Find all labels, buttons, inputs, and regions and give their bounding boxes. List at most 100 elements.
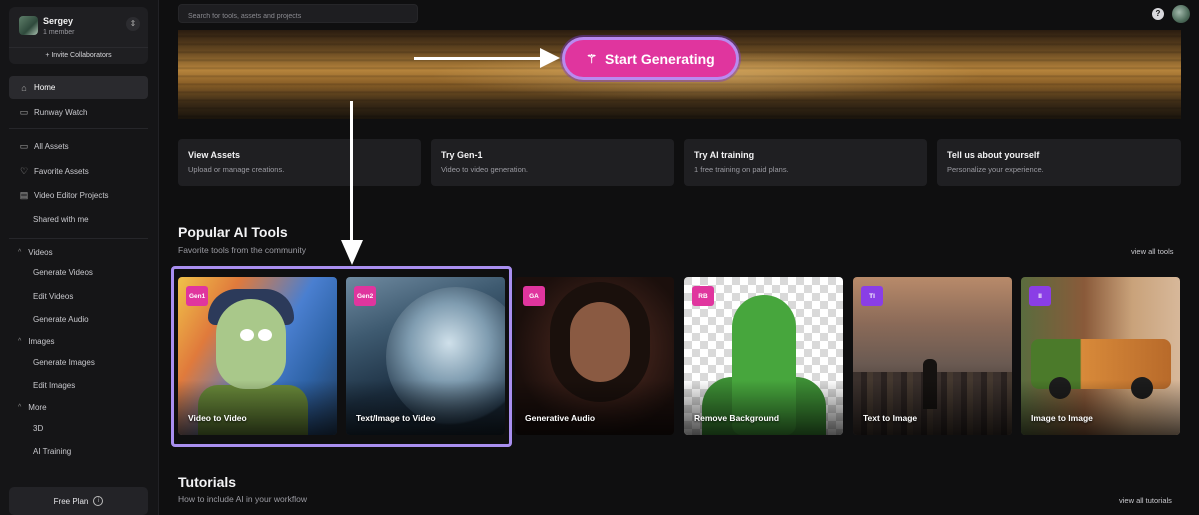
quick-card-subtitle: Personalize your experience. (947, 165, 1044, 174)
quick-card-title: Try AI training (694, 150, 755, 160)
tool-badge: GA (523, 286, 545, 306)
tool-badge: Gen2 (354, 286, 377, 306)
sidebar-item-edit-videos[interactable]: Edit Videos (33, 292, 73, 301)
sidebar-item-ai-training[interactable]: AI Training (33, 447, 71, 456)
view-all-tools-link[interactable]: view all tools (1131, 247, 1174, 256)
annotation-arrowhead-down (341, 240, 363, 265)
heart-icon: ♡ (19, 166, 29, 176)
sidebar-item-label: Shared with me (33, 215, 89, 224)
home-icon: ⌂ (21, 82, 27, 93)
quick-card-title: Tell us about yourself (947, 150, 1040, 160)
annotation-arrow-vertical (350, 101, 353, 241)
tool-card-text-image-to-video[interactable]: Gen2 Text/Image to Video (346, 277, 505, 435)
annotation-arrow-horizontal (414, 57, 542, 60)
card-shade (853, 380, 1012, 435)
quick-card-ai-training[interactable]: Try AI training 1 free training on paid … (684, 139, 927, 186)
sidebar-item-all-assets[interactable]: ▭ All Assets (9, 135, 148, 158)
sidebar-item-label: Video Editor Projects (34, 191, 109, 200)
quick-card-subtitle: 1 free training on paid plans. (694, 165, 789, 174)
sidebar-divider (9, 128, 148, 129)
sidebar-item-video-editor-projects[interactable]: ▤ Video Editor Projects (9, 184, 148, 207)
sidebar-group-images[interactable]: ^ Images (18, 337, 55, 346)
annotation-arrowhead-right (540, 48, 560, 68)
sidebar-item-generate-videos[interactable]: Generate Videos (33, 268, 93, 277)
sidebar-item-generate-images[interactable]: Generate Images (33, 358, 95, 367)
character-eye (258, 329, 272, 341)
quick-card-subtitle: Upload or manage creations. (188, 165, 285, 174)
chevron-up-icon: ^ (18, 338, 22, 345)
popular-tools-subtitle: Favorite tools from the community (178, 245, 307, 255)
sidebar-group-label: More (28, 403, 47, 412)
quick-card-subtitle: Video to video generation. (441, 165, 529, 174)
tool-label: Text to Image (863, 413, 918, 423)
sidebar-item-home[interactable]: ⌂ Home (9, 76, 148, 99)
popular-tools-title: Popular AI Tools (178, 224, 288, 240)
chevron-updown-icon[interactable]: ⇕ (126, 17, 140, 31)
chevron-up-icon: ^ (18, 249, 22, 256)
film-icon: ▤ (19, 190, 29, 200)
card-shade (346, 380, 505, 435)
sidebar-group-videos[interactable]: ^ Videos (18, 248, 53, 257)
tool-card-text-to-image[interactable]: TI Text to Image (853, 277, 1012, 435)
plan-label: Free Plan (53, 496, 89, 506)
card-shade (684, 380, 843, 435)
workspace-switcher[interactable]: Sergey 1 member ⇕ + Invite Collaborators (9, 7, 148, 64)
quick-card-title: View Assets (188, 150, 241, 160)
tutorials-title: Tutorials (178, 474, 237, 490)
tool-label: Remove Background (694, 413, 780, 423)
sidebar-item-label: Home (34, 83, 56, 92)
sidebar: Sergey 1 member ⇕ + Invite Collaborators… (0, 0, 159, 515)
sidebar-group-label: Videos (28, 248, 53, 257)
help-icon[interactable]: ? (1152, 8, 1164, 20)
workspace-avatar (19, 16, 38, 35)
tool-label: Generative Audio (525, 413, 596, 423)
start-generating-button[interactable]: ⚚ Start Generating (562, 37, 739, 80)
magic-wand-icon: ⚚ (586, 51, 598, 66)
quick-card-title: Try Gen-1 (441, 150, 483, 160)
sidebar-item-generate-audio[interactable]: Generate Audio (33, 315, 89, 324)
search-bar[interactable] (178, 4, 418, 25)
card-shade (178, 380, 337, 435)
tool-badge: RB (692, 286, 714, 306)
monitor-icon: ▭ (19, 141, 29, 151)
info-icon: i (93, 496, 104, 506)
tv-icon: ▭ (19, 107, 29, 117)
sidebar-item-3d[interactable]: 3D (33, 424, 43, 433)
quick-card-about-yourself[interactable]: Tell us about yourself Personalize your … (937, 139, 1181, 186)
user-avatar[interactable] (1172, 5, 1190, 23)
invite-collaborators-button[interactable]: + Invite Collaborators (9, 47, 148, 59)
sidebar-item-shared-with-me[interactable]: Shared with me (9, 208, 148, 231)
character-eye (240, 329, 254, 341)
search-input[interactable] (179, 8, 417, 25)
sidebar-item-runway-watch[interactable]: ▭ Runway Watch (9, 101, 148, 124)
workspace-members: 1 member (43, 29, 75, 36)
sidebar-item-favorite-assets[interactable]: ♡ Favorite Assets (9, 160, 148, 183)
tool-card-generative-audio[interactable]: GA Generative Audio (515, 277, 674, 435)
quick-card-try-gen1[interactable]: Try Gen-1 Video to video generation. (431, 139, 674, 186)
tool-badge: Gen1 (186, 286, 209, 306)
sidebar-group-label: Images (28, 337, 55, 346)
free-plan-button[interactable]: Free Plan i (9, 487, 148, 515)
start-generating-label: Start Generating (605, 50, 715, 67)
tool-card-image-to-image[interactable]: II Image to Image (1021, 277, 1180, 435)
card-shade (515, 380, 674, 435)
sidebar-item-label: Runway Watch (34, 108, 88, 117)
tool-card-remove-background[interactable]: RB Remove Background (684, 277, 843, 435)
tool-label: Text/Image to Video (356, 413, 436, 423)
tool-badge: II (1029, 286, 1051, 306)
card-shade (1021, 380, 1180, 435)
tool-label: Image to Image (1031, 413, 1093, 423)
sidebar-group-more[interactable]: ^ More (18, 403, 47, 412)
sidebar-divider (9, 238, 148, 239)
chevron-up-icon: ^ (18, 404, 22, 411)
portrait-face (570, 302, 630, 382)
tool-card-video-to-video[interactable]: Gen1 Video to Video (178, 277, 337, 435)
quick-card-view-assets[interactable]: View Assets Upload or manage creations. (178, 139, 421, 186)
tool-label: Video to Video (188, 413, 247, 423)
tool-badge: TI (861, 286, 883, 306)
sidebar-item-edit-images[interactable]: Edit Images (33, 381, 75, 390)
sidebar-item-label: Favorite Assets (34, 167, 89, 176)
view-all-tutorials-link[interactable]: view all tutorials (1119, 496, 1172, 505)
workspace-name: Sergey (43, 16, 74, 26)
sidebar-item-label: All Assets (34, 142, 69, 151)
